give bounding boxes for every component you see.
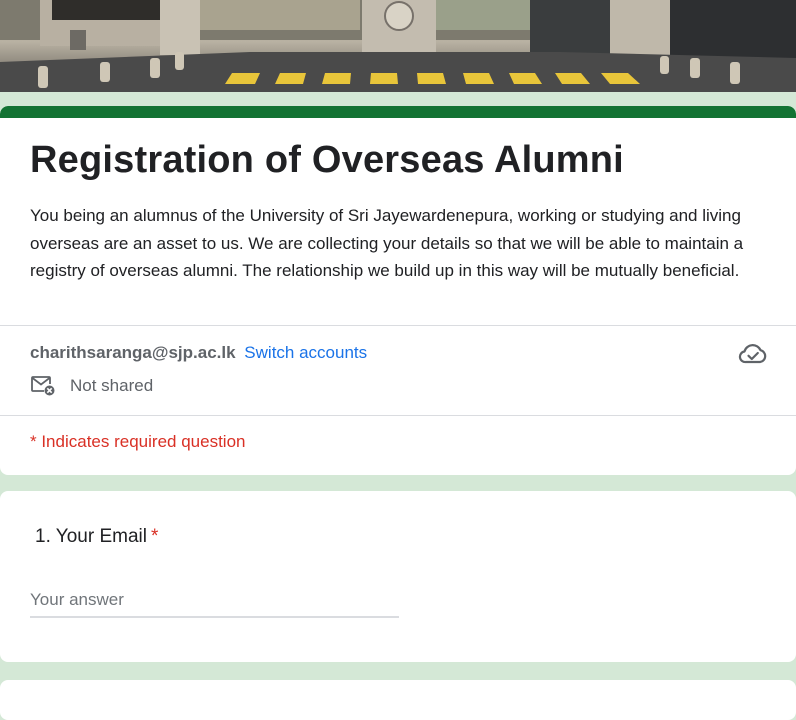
header-banner-image	[0, 0, 796, 92]
question-title: 1. Your Email *	[35, 526, 158, 548]
shared-status-text: Not shared	[70, 376, 154, 395]
question-number: 1.	[35, 526, 51, 547]
required-asterisk: *	[150, 526, 159, 547]
form-description: You being an alumnus of the University o…	[30, 206, 744, 280]
cloud-check-icon[interactable]	[738, 342, 768, 366]
required-note: * Indicates required question	[30, 432, 246, 451]
email-answer-input[interactable]	[30, 584, 399, 618]
form-title: Registration of Overseas Alumni	[30, 139, 624, 181]
divider	[0, 325, 796, 326]
account-email: charithsaranga@sjp.ac.lk	[30, 343, 236, 362]
question-label: Your Email	[55, 526, 147, 547]
form-header-card: Registration of Overseas Alumni You bein…	[0, 106, 796, 475]
switch-accounts-link[interactable]: Switch accounts	[244, 343, 367, 362]
divider	[0, 415, 796, 416]
next-question-card	[0, 680, 796, 720]
question-card: 1. Your Email *	[0, 491, 796, 662]
accent-bar	[0, 106, 796, 118]
account-row: charithsaranga@sjp.ac.lk Switch accounts	[30, 343, 367, 363]
mail-not-shared-icon	[31, 376, 55, 396]
shared-status-row: Not shared	[30, 375, 153, 397]
